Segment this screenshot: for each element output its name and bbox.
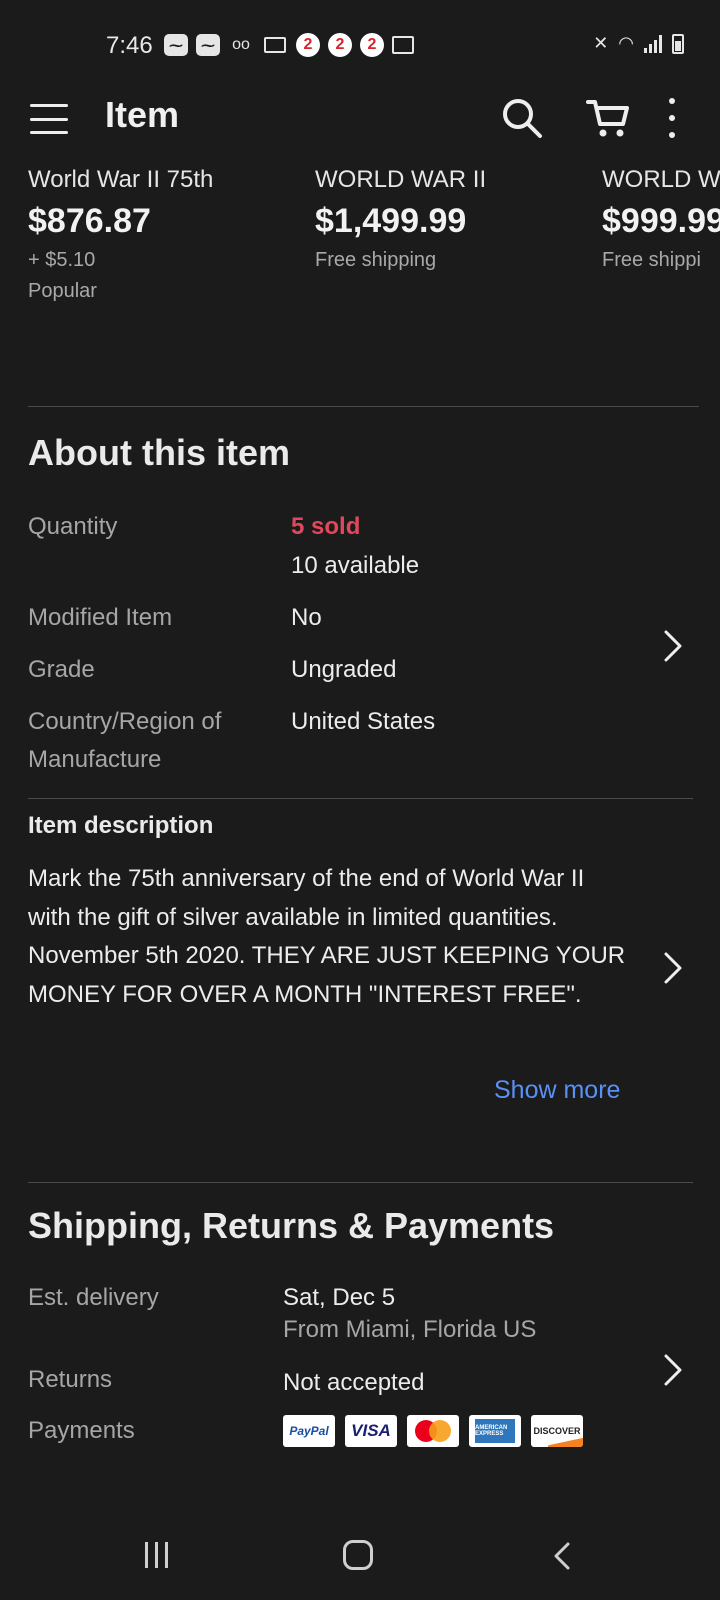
- country-label: Country/Region of Manufacture: [28, 703, 221, 779]
- battery-icon: [672, 33, 684, 54]
- returns-value: Not accepted: [283, 1369, 425, 1396]
- card-price: $1,499.99: [315, 202, 467, 240]
- item-description-label: Item description: [28, 812, 214, 839]
- divider: [28, 1182, 693, 1183]
- mute-icon: ✕: [593, 33, 609, 53]
- notification-icons: ⁓ ⁓ oo 2 2 2: [164, 33, 414, 57]
- chevron-right-icon[interactable]: [660, 950, 684, 986]
- est-delivery-label: Est. delivery: [28, 1284, 159, 1311]
- payment-methods: PayPal VISA AMERICAN EXPRESS DISCOVER: [283, 1415, 583, 1447]
- country-label-line1: Country/Region of: [28, 708, 222, 735]
- card-title: WORLD W: [602, 166, 720, 193]
- carousel-card[interactable]: WORLD WAR II $1,499.99 Free shipping: [315, 166, 585, 272]
- more-options-icon[interactable]: [664, 98, 680, 138]
- card-shipping: Free shipping: [315, 249, 437, 271]
- grade-label: Grade: [28, 656, 95, 683]
- card-tag: Popular: [28, 280, 97, 302]
- show-more-link[interactable]: Show more: [494, 1076, 620, 1105]
- voicemail-icon: oo: [232, 36, 250, 53]
- app-bar: Item: [0, 90, 720, 154]
- grade-value: Ungraded: [291, 656, 397, 683]
- card-shipping: Free shippi: [602, 249, 701, 271]
- modified-item-label: Modified Item: [28, 604, 173, 631]
- wifi-icon: ◠: [618, 33, 634, 53]
- amex-icon: AMERICAN EXPRESS: [469, 1415, 521, 1447]
- chevron-right-icon[interactable]: [660, 1352, 684, 1388]
- country-label-line2: Manufacture: [28, 746, 162, 773]
- mastercard-icon: [407, 1415, 459, 1447]
- page-title: Item: [105, 94, 180, 135]
- back-icon[interactable]: [550, 1540, 574, 1572]
- card-shipping: + $5.10: [28, 249, 96, 271]
- card-title: WORLD WAR II: [315, 166, 487, 193]
- available-count: 10 available: [291, 552, 420, 579]
- paypal-icon: PayPal: [283, 1415, 335, 1447]
- app-notification-icon: ⁓: [196, 34, 220, 56]
- notification-badge-icon: 2: [296, 33, 320, 57]
- notification-badge-icon: 2: [360, 33, 384, 57]
- signal-icon: [644, 34, 662, 53]
- similar-items-carousel: World War II 75th $876.87 + $5.10 Popula…: [0, 160, 720, 330]
- chevron-right-icon[interactable]: [660, 628, 684, 664]
- recents-icon[interactable]: [145, 1542, 168, 1568]
- card-price: $999.99: [602, 202, 720, 240]
- modified-item-value: No: [291, 604, 322, 631]
- carousel-card[interactable]: WORLD W $999.99 Free shippi: [602, 166, 720, 272]
- about-section-title: About this item: [28, 432, 290, 473]
- mail-icon: [264, 37, 286, 53]
- system-icons: ✕ ◠: [593, 33, 684, 54]
- system-nav-bar: [0, 1520, 720, 1600]
- status-bar: 7:46 ⁓ ⁓ oo 2 2 2 ✕ ◠: [0, 0, 720, 90]
- search-icon[interactable]: [500, 96, 544, 140]
- country-value: United States: [291, 708, 436, 735]
- est-delivery-value: Sat, Dec 5: [283, 1284, 396, 1311]
- image-icon: [392, 36, 414, 54]
- ships-from: From Miami, Florida US: [283, 1316, 537, 1343]
- sold-count: 5 sold: [291, 513, 361, 540]
- divider: [28, 798, 693, 799]
- carousel-card[interactable]: World War II 75th $876.87 + $5.10 Popula…: [28, 166, 298, 303]
- notification-badge-icon: 2: [328, 33, 352, 57]
- item-description-text: Mark the 75th anniversary of the end of …: [28, 865, 626, 1008]
- status-time: 7:46: [106, 32, 153, 59]
- visa-icon: VISA: [345, 1415, 397, 1447]
- discover-icon: DISCOVER: [531, 1415, 583, 1447]
- returns-label: Returns: [28, 1366, 113, 1393]
- divider: [28, 406, 699, 407]
- app-notification-icon: ⁓: [164, 34, 188, 56]
- card-price: $876.87: [28, 202, 151, 240]
- payments-label: Payments: [28, 1417, 135, 1444]
- home-icon[interactable]: [343, 1540, 373, 1570]
- quantity-label: Quantity: [28, 513, 118, 540]
- cart-icon[interactable]: [585, 96, 631, 140]
- shipping-section-title: Shipping, Returns & Payments: [28, 1205, 555, 1246]
- amex-label: AMERICAN EXPRESS: [475, 1419, 515, 1443]
- card-title: World War II 75th: [28, 166, 214, 193]
- menu-icon[interactable]: [30, 102, 68, 136]
